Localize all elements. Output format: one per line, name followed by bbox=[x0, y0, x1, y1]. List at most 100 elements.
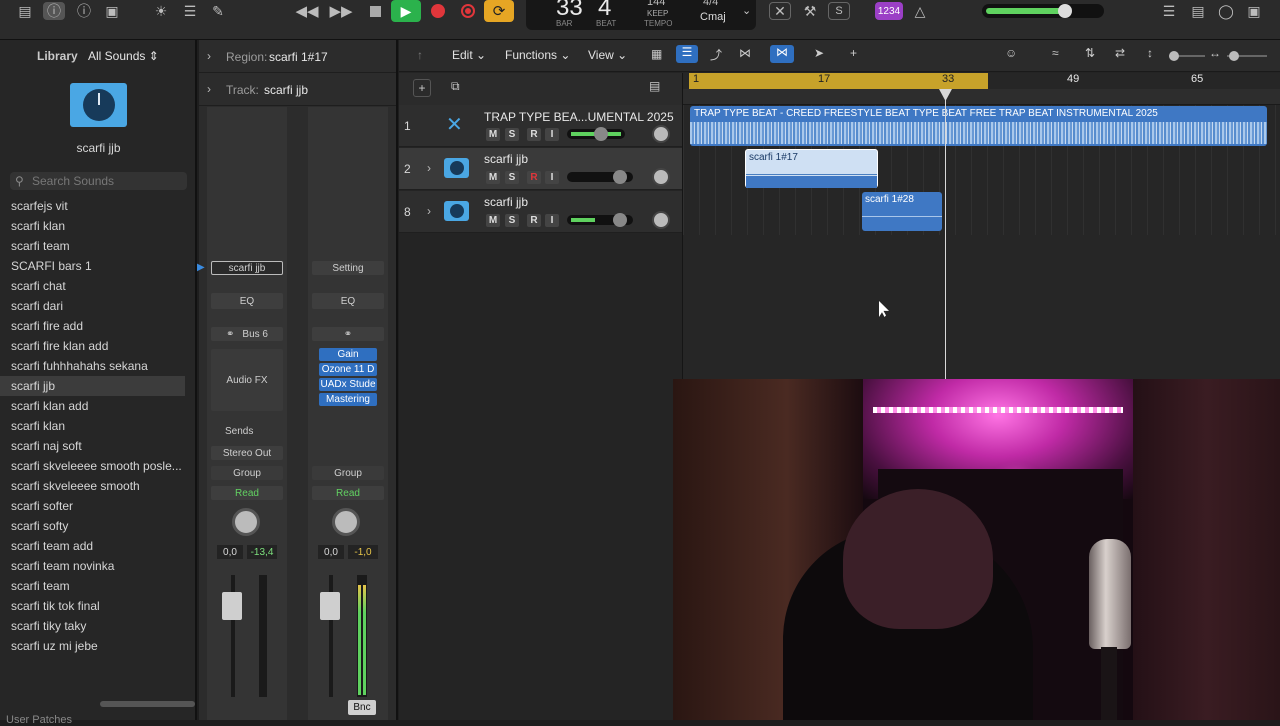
quick-help-icon[interactable]: ⓘ bbox=[73, 2, 95, 20]
sound-list-item[interactable]: scarfi chat bbox=[0, 276, 185, 296]
strip2-link-slot[interactable]: ⚭ bbox=[312, 327, 384, 341]
toolbar-icon[interactable]: ▣ bbox=[101, 2, 123, 20]
solo-icon[interactable]: S bbox=[828, 2, 850, 20]
sound-list-item[interactable]: scarfi team novinka bbox=[0, 556, 185, 576]
sound-list-item[interactable]: scarfejs vit bbox=[0, 196, 185, 216]
strip2-plugin-2[interactable]: Ozone 11 D bbox=[319, 363, 377, 376]
waveform-zoom-icon[interactable]: ≈ bbox=[1052, 46, 1059, 60]
solo-button[interactable]: S bbox=[505, 171, 519, 184]
stop-button[interactable] bbox=[360, 0, 390, 22]
playhead[interactable] bbox=[945, 89, 946, 379]
region-inspector-header[interactable]: › Region: scarfi 1#17 bbox=[199, 40, 396, 73]
sound-list-item[interactable]: scarfi softy bbox=[0, 516, 185, 536]
horizontal-zoom-slider[interactable] bbox=[1227, 51, 1267, 61]
vertical-zoom-slider[interactable] bbox=[1169, 51, 1205, 61]
sound-list-item[interactable]: scarfi skveleeee smooth bbox=[0, 476, 185, 496]
region-scarfi-28[interactable]: scarfi 1#28 bbox=[862, 192, 942, 231]
notepad-icon[interactable]: ▤ bbox=[1187, 2, 1209, 20]
strip1-output-slot[interactable]: Stereo Out bbox=[211, 446, 283, 460]
replace-button[interactable] bbox=[453, 0, 483, 22]
sound-list-item[interactable]: scarfi team bbox=[0, 236, 185, 256]
add-track-button[interactable]: + bbox=[413, 79, 431, 97]
inspector-icon[interactable]: ⓘ bbox=[43, 2, 65, 20]
ruler[interactable] bbox=[683, 89, 1280, 105]
record-enable-button[interactable]: R bbox=[527, 214, 541, 227]
disclosure-icon[interactable]: › bbox=[427, 204, 431, 218]
sound-list-item[interactable]: scarfi team add bbox=[0, 536, 185, 556]
search-sounds-input[interactable]: ⚲ Search Sounds bbox=[10, 172, 187, 190]
track-row-8[interactable]: 8 › scarfi jjb M S R I bbox=[399, 191, 682, 233]
sound-list-item[interactable]: scarfi naj soft bbox=[0, 436, 185, 456]
pointer-tool-icon[interactable]: ➤ bbox=[814, 46, 824, 60]
pencil-tool-icon[interactable]: + bbox=[850, 46, 857, 60]
sound-list-item[interactable]: scarfi klan bbox=[0, 416, 185, 436]
sound-list-item[interactable]: SCARFI bars 1 bbox=[0, 256, 185, 276]
sound-list-item[interactable]: scarfi softer bbox=[0, 496, 185, 516]
track-inspector-header[interactable]: › Track: scarfi jjb bbox=[199, 73, 396, 106]
mute-button[interactable]: M bbox=[486, 214, 500, 227]
editors-icon[interactable]: ✎ bbox=[207, 2, 229, 20]
track-name[interactable]: scarfi jjb bbox=[484, 152, 528, 166]
up-arrow-icon[interactable]: ↑ bbox=[417, 48, 423, 62]
strip1-setting-button[interactable]: scarfi jjb bbox=[211, 261, 283, 275]
sound-list-item[interactable]: scarfi fire add bbox=[0, 316, 185, 336]
count-in-button[interactable]: 1234 bbox=[875, 2, 903, 20]
track-name[interactable]: TRAP TYPE BEA...UMENTAL 2025 bbox=[484, 110, 674, 124]
bounce-button[interactable]: Bnc bbox=[348, 700, 376, 715]
track-volume-slider[interactable] bbox=[567, 170, 633, 184]
flex-icon[interactable]: ⋈ bbox=[739, 46, 751, 60]
forward-button[interactable]: ▶▶ bbox=[326, 0, 356, 22]
sound-list-item[interactable]: scarfi klan add bbox=[0, 396, 185, 416]
functions-menu[interactable]: Functions ⌄ bbox=[505, 48, 570, 62]
strip2-volume-fader[interactable] bbox=[320, 592, 340, 620]
edit-menu[interactable]: Edit ⌄ bbox=[452, 48, 486, 62]
metronome-icon[interactable]: △ bbox=[909, 2, 931, 20]
strip2-eq-button[interactable]: EQ bbox=[312, 293, 384, 309]
master-volume-slider[interactable] bbox=[982, 4, 1104, 18]
horizontal-fit-icon[interactable]: ⇄ bbox=[1115, 46, 1125, 60]
view-menu[interactable]: View ⌄ bbox=[588, 48, 627, 62]
sound-list-item[interactable]: scarfi fire klan add bbox=[0, 336, 185, 356]
mixer-icon[interactable]: ☰ bbox=[179, 2, 201, 20]
input-monitor-button[interactable]: I bbox=[545, 128, 559, 141]
region-scarfi-17[interactable]: scarfi 1#17 bbox=[745, 149, 878, 188]
global-tracks-icon[interactable]: ▤ bbox=[649, 79, 660, 93]
strip2-automation-mode[interactable]: Read bbox=[312, 486, 384, 500]
input-monitor-button[interactable]: I bbox=[545, 171, 559, 184]
cycle-button[interactable]: ⟳ bbox=[484, 0, 514, 22]
strip2-plugin-3[interactable]: UADx Stude bbox=[319, 378, 377, 391]
lcd-dropdown-icon[interactable]: ⌄ bbox=[742, 4, 751, 17]
catch-icon[interactable]: ⋈ bbox=[770, 45, 794, 63]
wrench-icon[interactable]: ⚒ bbox=[799, 2, 821, 20]
sound-list-item[interactable]: scarfi team bbox=[0, 576, 185, 596]
strip1-audio-fx-slot[interactable]: Audio FX bbox=[211, 349, 283, 411]
track-row-1[interactable]: 1 ✕ TRAP TYPE BEA...UMENTAL 2025 M S R I bbox=[399, 105, 682, 147]
strip1-pan-knob[interactable] bbox=[232, 508, 260, 536]
smart-controls-icon[interactable]: ☀ bbox=[150, 2, 172, 20]
record-enable-button[interactable]: R bbox=[527, 128, 541, 141]
disclosure-icon[interactable]: › bbox=[427, 161, 431, 175]
strip2-pan-knob[interactable] bbox=[332, 508, 360, 536]
strip2-plugin-1[interactable]: Gain bbox=[319, 348, 377, 361]
track-pan-knob[interactable] bbox=[652, 211, 670, 229]
sound-list-item[interactable]: scarfi tiky taky bbox=[0, 616, 185, 636]
solo-button[interactable]: S bbox=[505, 128, 519, 141]
sound-list-item[interactable]: scarfi uz mi jebe bbox=[0, 636, 185, 656]
library-icon[interactable]: ▤ bbox=[14, 2, 36, 20]
sound-list-item[interactable]: scarfi fuhhhahahs sekana bbox=[0, 356, 185, 376]
vertical-fit-icon[interactable]: ⇅ bbox=[1085, 46, 1095, 60]
strip1-automation-mode[interactable]: Read bbox=[211, 486, 283, 500]
grid-view-icon[interactable]: ▦ bbox=[651, 47, 662, 61]
sound-list-item[interactable]: scarfi klan bbox=[0, 216, 185, 236]
smiley-icon[interactable]: ☺ bbox=[1005, 46, 1017, 60]
track-name[interactable]: scarfi jjb bbox=[484, 195, 528, 209]
vertical-zoom-icon[interactable]: ↕ bbox=[1147, 46, 1153, 60]
track-volume-slider[interactable] bbox=[567, 127, 625, 141]
solo-button[interactable]: S bbox=[505, 214, 519, 227]
automation-icon[interactable]: ⤴ bbox=[710, 46, 722, 63]
library-filter-dropdown[interactable]: All Sounds ⇕ bbox=[88, 49, 159, 63]
library-scrollbar[interactable] bbox=[100, 701, 195, 707]
strip2-group-slot[interactable]: Group bbox=[312, 466, 384, 480]
browser-icon[interactable]: ▣ bbox=[1243, 2, 1265, 20]
list-view-icon[interactable]: ☰ bbox=[676, 45, 698, 63]
